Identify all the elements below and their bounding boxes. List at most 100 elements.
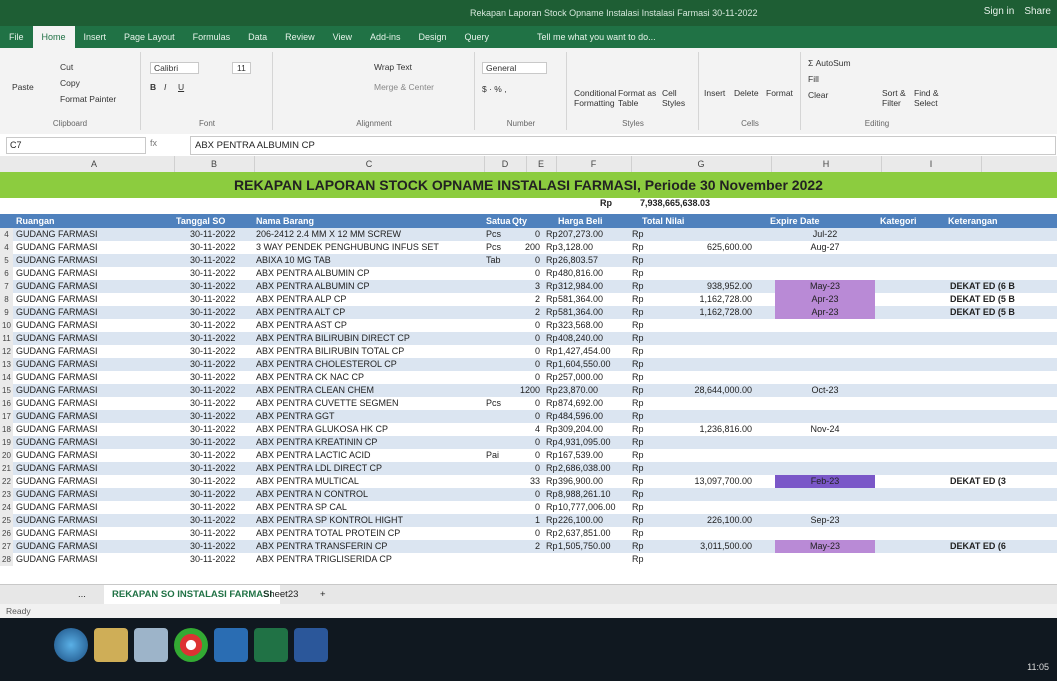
table-row[interactable]: 18 GUDANG FARMASI 30-11-2022 ABX PENTRA GLU… xyxy=(0,423,1057,436)
row-number[interactable]: 7 xyxy=(0,280,13,293)
row-number[interactable]: 25 xyxy=(0,514,13,527)
cell-hrg[interactable]: 8,988,261.10 xyxy=(558,488,611,501)
cell-hrg[interactable]: 23,870.00 xyxy=(558,384,598,397)
row-number[interactable]: 9 xyxy=(0,306,13,319)
cell-tgl[interactable]: 30-11-2022 xyxy=(190,319,235,332)
row-number[interactable]: 23 xyxy=(0,488,13,501)
tab-design[interactable]: Design xyxy=(410,26,456,48)
row-number[interactable]: 4 xyxy=(0,228,13,241)
cell-qty[interactable] xyxy=(512,553,540,566)
cell-exp[interactable] xyxy=(775,267,875,280)
cell-exp[interactable]: Nov-24 xyxy=(775,423,875,436)
table-row[interactable]: 21 GUDANG FARMASI 30-11-2022 ABX PENTRA LDL… xyxy=(0,462,1057,475)
cell-tot[interactable] xyxy=(642,358,752,371)
cell-ruang[interactable]: GUDANG FARMASI xyxy=(16,527,98,540)
cell-ruang[interactable]: GUDANG FARMASI xyxy=(16,280,98,293)
cell-qty[interactable]: 0 xyxy=(512,527,540,540)
cell-exp[interactable] xyxy=(775,345,875,358)
cell-tot[interactable]: 938,952.00 xyxy=(642,280,752,293)
cell-qty[interactable]: 0 xyxy=(512,319,540,332)
cell-ruang[interactable]: GUDANG FARMASI xyxy=(16,267,98,280)
cell-tgl[interactable]: 30-11-2022 xyxy=(190,254,235,267)
cell-tot[interactable] xyxy=(642,462,752,475)
format-as-table-button[interactable]: Format as Table xyxy=(618,88,658,108)
cell-tot[interactable] xyxy=(642,319,752,332)
cell-tgl[interactable]: 30-11-2022 xyxy=(190,280,235,293)
cell-ruang[interactable]: GUDANG FARMASI xyxy=(16,423,98,436)
cell-hrg[interactable]: 167,539.00 xyxy=(558,449,603,462)
table-row[interactable]: 4 GUDANG FARMASI 30-11-2022 3 WAY PENDEK PE… xyxy=(0,241,1057,254)
table-row[interactable]: 16 GUDANG FARMASI 30-11-2022 ABX PENTRA CUV… xyxy=(0,397,1057,410)
cell-nama[interactable]: ABX PENTRA MULTICAL xyxy=(256,475,359,488)
cell-qty[interactable]: 1200 xyxy=(512,384,540,397)
row-number[interactable]: 13 xyxy=(0,358,13,371)
cell-hrg[interactable]: 2,637,851.00 xyxy=(558,527,611,540)
cell-nama[interactable]: ABX PENTRA KREATININ CP xyxy=(256,436,377,449)
cell-nama[interactable]: 206-2412 2.4 MM X 12 MM SCREW xyxy=(256,228,401,241)
cell-exp[interactable]: May-23 xyxy=(775,280,875,293)
row-number[interactable]: 17 xyxy=(0,410,13,423)
cell-hrg[interactable]: 312,984.00 xyxy=(558,280,603,293)
cell-tot[interactable] xyxy=(642,228,752,241)
cell-tgl[interactable]: 30-11-2022 xyxy=(190,397,235,410)
cell-tgl[interactable]: 30-11-2022 xyxy=(190,241,235,254)
cell-nama[interactable]: ABX PENTRA CLEAN CHEM xyxy=(256,384,374,397)
cell-tot[interactable] xyxy=(642,332,752,345)
tell-me-input[interactable]: Tell me what you want to do... xyxy=(528,26,665,48)
cell-tot[interactable] xyxy=(642,449,752,462)
cell-nama[interactable]: ABX PENTRA TOTAL PROTEIN CP xyxy=(256,527,400,540)
cell-ruang[interactable]: GUDANG FARMASI xyxy=(16,306,98,319)
fill-button[interactable]: Fill xyxy=(808,74,819,84)
column-header-i[interactable]: I xyxy=(881,156,982,172)
cell-tgl[interactable]: 30-11-2022 xyxy=(190,358,235,371)
cell-hrg[interactable]: 581,364.00 xyxy=(558,306,603,319)
sign-in-link[interactable]: Sign in xyxy=(984,6,1015,17)
cell-exp[interactable] xyxy=(775,462,875,475)
cell-hrg[interactable]: 26,803.57 xyxy=(558,254,598,267)
cell-tot[interactable]: 1,162,728.00 xyxy=(642,306,752,319)
cell-tot[interactable]: 1,236,816.00 xyxy=(642,423,752,436)
row-number[interactable]: 8 xyxy=(0,293,13,306)
cell-tot[interactable] xyxy=(642,553,752,566)
cell-qty[interactable]: 0 xyxy=(512,228,540,241)
cell-nama[interactable]: ABX PENTRA TRIGLISERIDA CP xyxy=(256,553,392,566)
formula-input[interactable]: ABX PENTRA ALBUMIN CP xyxy=(190,136,1056,155)
font-name-select[interactable]: Calibri xyxy=(150,62,200,74)
cell-ruang[interactable]: GUDANG FARMASI xyxy=(16,488,98,501)
header-keterangan[interactable]: Keterangan xyxy=(948,214,998,228)
row-number[interactable]: 20 xyxy=(0,449,13,462)
column-header-g[interactable]: G xyxy=(631,156,772,172)
table-row[interactable]: 23 GUDANG FARMASI 30-11-2022 ABX PENTRA N C… xyxy=(0,488,1057,501)
cell-hrg[interactable]: 10,777,006.00 xyxy=(558,501,616,514)
cell-tot[interactable] xyxy=(642,488,752,501)
tab-view[interactable]: View xyxy=(324,26,361,48)
cell-nama[interactable]: ABX PENTRA LACTIC ACID xyxy=(256,449,371,462)
header-nama-barang[interactable]: Nama Barang xyxy=(256,214,314,228)
cell-tgl[interactable]: 30-11-2022 xyxy=(190,436,235,449)
currency-button[interactable]: $ · % , xyxy=(482,84,507,94)
row-number[interactable]: 22 xyxy=(0,475,13,488)
cell-nama[interactable]: ABX PENTRA CHOLESTEROL CP xyxy=(256,358,397,371)
cell-exp[interactable] xyxy=(775,527,875,540)
cell-exp[interactable]: Jul-22 xyxy=(775,228,875,241)
cell-nama[interactable]: ABX PENTRA LDL DIRECT CP xyxy=(256,462,382,475)
cell-hrg[interactable]: 874,692.00 xyxy=(558,397,603,410)
cell-nama[interactable]: ABX PENTRA TRANSFERIN CP xyxy=(256,540,387,553)
row-number[interactable]: 11 xyxy=(0,332,13,345)
cell-qty[interactable]: 0 xyxy=(512,332,540,345)
cell-qty[interactable]: 0 xyxy=(512,462,540,475)
cell-hrg[interactable]: 309,204.00 xyxy=(558,423,603,436)
cell-tot[interactable] xyxy=(642,410,752,423)
table-row[interactable]: 15 GUDANG FARMASI 30-11-2022 ABX PENTRA CLE… xyxy=(0,384,1057,397)
column-header-c[interactable]: C xyxy=(254,156,485,172)
font-size-select[interactable]: 11 xyxy=(232,62,251,74)
header-kategori[interactable]: Kategori xyxy=(880,214,917,228)
table-row[interactable]: 25 GUDANG FARMASI 30-11-2022 ABX PENTRA SP … xyxy=(0,514,1057,527)
row-number[interactable]: 12 xyxy=(0,345,13,358)
table-row[interactable]: 13 GUDANG FARMASI 30-11-2022 ABX PENTRA CHO… xyxy=(0,358,1057,371)
add-sheet-button[interactable]: + xyxy=(312,585,334,605)
cell-tot[interactable]: 226,100.00 xyxy=(642,514,752,527)
autosum-button[interactable]: Σ AutoSum xyxy=(808,58,851,68)
cell-qty[interactable]: 2 xyxy=(512,306,540,319)
row-number[interactable]: 26 xyxy=(0,527,13,540)
